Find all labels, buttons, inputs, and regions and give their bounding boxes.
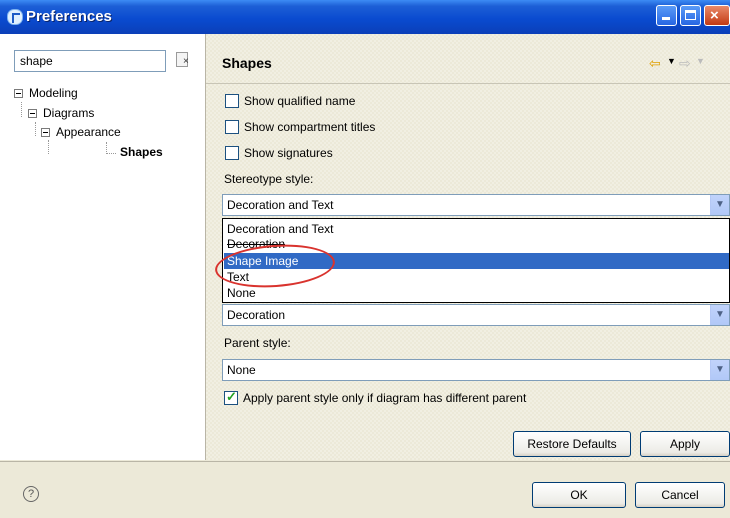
help-icon[interactable]: ? (23, 486, 39, 502)
tree-item-shapes[interactable]: Shapes (120, 145, 163, 159)
chevron-down-icon[interactable]: ▼ (710, 305, 729, 325)
dropdown-option[interactable]: Decoration and Text (224, 221, 729, 237)
forward-dropdown-icon[interactable]: ▼ (696, 56, 705, 66)
minimize-button[interactable] (656, 5, 677, 26)
parent-style-combo[interactable]: None ▼ (222, 359, 730, 381)
tree-line (106, 153, 116, 154)
dropdown-option[interactable]: None (224, 285, 729, 301)
tree-item-label: Diagrams (43, 106, 95, 120)
tree-line (21, 102, 22, 117)
back-arrow-icon[interactable]: ⇦ (649, 55, 661, 72)
stereotype-style-combo[interactable]: Decoration and Text ▼ (222, 194, 730, 216)
stereotype-style-value: Decoration and Text (227, 198, 334, 212)
preferences-window: Preferences × Modeling Diagrams Appearan… (0, 0, 730, 518)
tree-item-appearance[interactable]: Appearance (41, 125, 121, 139)
show-signatures-label: Show signatures (244, 146, 333, 160)
header-divider (206, 83, 730, 84)
maximize-icon (685, 10, 696, 20)
close-button[interactable]: × (704, 5, 730, 26)
tree-line (48, 140, 49, 154)
filter-input[interactable] (14, 50, 166, 72)
stereotype-style-label: Stereotype style: (224, 172, 314, 186)
preference-page: Shapes ⇦ ▼ ⇨ ▼ Show qualified name Show … (206, 34, 730, 460)
show-signatures-checkbox[interactable] (225, 146, 239, 160)
navigation-panel: Modeling Diagrams Appearance Shapes (0, 34, 206, 460)
page-title: Shapes (222, 55, 272, 71)
restore-defaults-button[interactable]: Restore Defaults (513, 431, 631, 457)
show-compartment-titles-checkbox[interactable] (225, 120, 239, 134)
close-icon: × (710, 7, 719, 24)
apply-button[interactable]: Apply (640, 431, 730, 457)
maximize-button[interactable] (680, 5, 701, 26)
chevron-down-icon[interactable]: ▼ (710, 195, 729, 215)
tree-line (35, 122, 36, 136)
tree-item-label: Appearance (56, 125, 121, 139)
back-dropdown-icon[interactable]: ▼ (667, 56, 676, 66)
collapse-icon[interactable] (14, 89, 23, 99)
collapse-icon[interactable] (41, 128, 50, 138)
clear-filter-icon[interactable] (176, 52, 189, 67)
show-compartment-titles-label: Show compartment titles (244, 120, 376, 134)
chevron-down-icon[interactable]: ▼ (710, 360, 729, 380)
ok-button[interactable]: OK (532, 482, 626, 508)
title-bar: Preferences × (0, 0, 730, 34)
cancel-button[interactable]: Cancel (635, 482, 725, 508)
tree-item-modeling[interactable]: Modeling (14, 86, 78, 100)
show-qualified-name-checkbox[interactable] (225, 94, 239, 108)
tree-item-label: Shapes (120, 145, 163, 159)
show-qualified-name-label: Show qualified name (244, 94, 356, 108)
parent-style-label: Parent style: (224, 336, 291, 350)
parent-style-value: None (227, 363, 256, 377)
window-title: Preferences (26, 8, 112, 25)
minimize-icon (662, 17, 670, 20)
dialog-footer: ? OK Cancel (0, 461, 730, 518)
secondary-style-value: Decoration (227, 308, 286, 322)
secondary-style-combo[interactable]: Decoration ▼ (222, 304, 730, 326)
collapse-icon[interactable] (28, 109, 37, 119)
app-icon (7, 9, 23, 25)
tree-item-diagrams[interactable]: Diagrams (28, 106, 94, 120)
apply-parent-style-checkbox[interactable] (224, 389, 238, 405)
forward-arrow-icon[interactable]: ⇨ (679, 55, 691, 72)
apply-parent-style-label: Apply parent style only if diagram has d… (243, 391, 527, 405)
tree-item-label: Modeling (29, 86, 78, 100)
